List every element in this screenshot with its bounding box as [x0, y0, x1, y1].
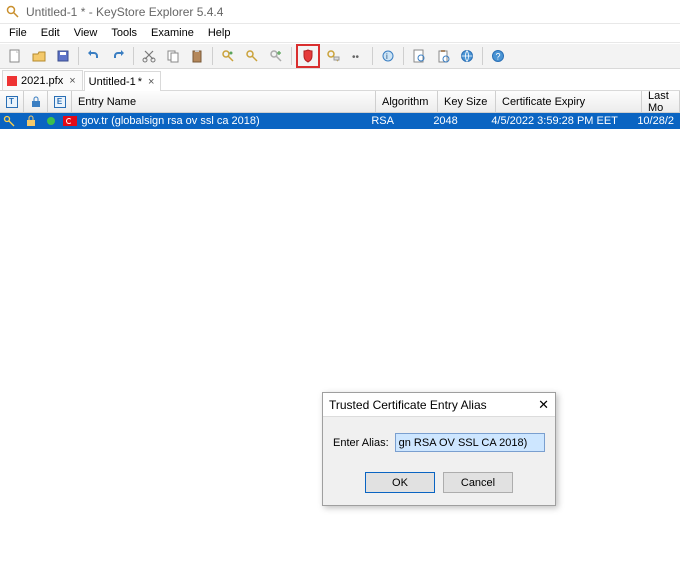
entry-name-text: gov.tr (globalsign rsa ov ssl ca 2018)	[81, 115, 259, 127]
examine-ssl-button[interactable]	[456, 45, 478, 67]
col-status[interactable]: E	[48, 91, 72, 112]
col-last-modified[interactable]: Last Mo	[642, 91, 680, 112]
cell-last-modified: 10/28/2	[631, 115, 680, 127]
cert-status-icon	[41, 116, 61, 126]
window-titlebar: Untitled-1 * - KeyStore Explorer 5.4.4	[0, 0, 680, 24]
tab-untitled-1[interactable]: Untitled-1 * ×	[84, 71, 162, 91]
cell-key-size: 2048	[427, 115, 485, 127]
tab-label: 2021.pfx	[21, 75, 63, 87]
close-icon[interactable]: ×	[148, 76, 154, 88]
copy-button[interactable]	[162, 45, 184, 67]
menu-help[interactable]: Help	[201, 26, 238, 40]
redo-button[interactable]	[107, 45, 129, 67]
alias-input[interactable]	[395, 433, 545, 452]
col-key-size[interactable]: Key Size	[438, 91, 496, 112]
lock-status-icon	[20, 115, 40, 127]
lock-icon	[30, 96, 42, 108]
close-icon[interactable]: ×	[69, 75, 75, 87]
dialog-title: Trusted Certificate Entry Alias	[329, 398, 487, 412]
toolbar-separator	[133, 47, 134, 65]
trusted-cert-alias-dialog: Trusted Certificate Entry Alias ✕ Enter …	[322, 392, 556, 506]
flag-icon	[63, 116, 77, 126]
type-icon: T	[6, 96, 18, 108]
menu-examine[interactable]: Examine	[144, 26, 201, 40]
save-button[interactable]	[52, 45, 74, 67]
import-keypair-button[interactable]	[265, 45, 287, 67]
keyboard-button[interactable]	[322, 45, 344, 67]
toolbar-separator	[291, 47, 292, 65]
examine-file-button[interactable]	[408, 45, 430, 67]
toolbar-separator	[482, 47, 483, 65]
toolbar-separator	[403, 47, 404, 65]
cell-algorithm: RSA	[365, 115, 427, 127]
toolbar-separator	[372, 47, 373, 65]
col-entry-name[interactable]: Entry Name	[72, 91, 376, 112]
examine-clipboard-button[interactable]	[432, 45, 454, 67]
menu-edit[interactable]: Edit	[34, 26, 67, 40]
svg-text:?: ?	[496, 52, 501, 62]
undo-button[interactable]	[83, 45, 105, 67]
help-button[interactable]: ?	[487, 45, 509, 67]
toolbar-separator	[212, 47, 213, 65]
table-row[interactable]: gov.tr (globalsign rsa ov ssl ca 2018) R…	[0, 113, 680, 129]
col-lock[interactable]	[24, 91, 48, 112]
cell-entry-name: gov.tr (globalsign rsa ov ssl ca 2018)	[61, 115, 365, 127]
properties-button[interactable]: i	[377, 45, 399, 67]
cancel-button[interactable]: Cancel	[443, 472, 513, 493]
menu-file[interactable]: File	[2, 26, 34, 40]
cut-button[interactable]	[138, 45, 160, 67]
status-icon: E	[54, 96, 66, 108]
dialog-titlebar: Trusted Certificate Entry Alias ✕	[323, 393, 555, 417]
col-cert-expiry[interactable]: Certificate Expiry	[496, 91, 642, 112]
gen-secret-key-button[interactable]	[241, 45, 263, 67]
col-type[interactable]: T	[0, 91, 24, 112]
new-keystore-button[interactable]	[4, 45, 26, 67]
set-password-button[interactable]: ••	[346, 45, 368, 67]
paste-button[interactable]	[186, 45, 208, 67]
window-title: Untitled-1 * - KeyStore Explorer 5.4.4	[26, 5, 223, 19]
menubar: File Edit View Tools Examine Help	[0, 24, 680, 43]
svg-text:••: ••	[352, 52, 360, 63]
open-button[interactable]	[28, 45, 50, 67]
toolbar-separator	[78, 47, 79, 65]
menu-tools[interactable]: Tools	[104, 26, 144, 40]
col-algorithm[interactable]: Algorithm	[376, 91, 438, 112]
document-tabs: 2021.pfx × Untitled-1 * ×	[0, 69, 680, 91]
entry-type-icon	[0, 115, 20, 127]
tab-label: Untitled-1	[89, 76, 136, 88]
dirty-indicator: *	[138, 76, 142, 88]
close-icon[interactable]: ✕	[538, 397, 549, 413]
alias-label: Enter Alias:	[333, 437, 389, 449]
import-trusted-cert-button[interactable]	[296, 44, 320, 68]
ok-button[interactable]: OK	[365, 472, 435, 493]
keystore-icon	[7, 76, 17, 86]
svg-text:i: i	[386, 52, 388, 61]
table-header: T E Entry Name Algorithm Key Size Certif…	[0, 91, 680, 113]
gen-keypair-button[interactable]	[217, 45, 239, 67]
toolbar: •• i ?	[0, 43, 680, 69]
app-icon	[6, 5, 20, 19]
cell-cert-expiry: 4/5/2022 3:59:28 PM EET	[485, 115, 631, 127]
menu-view[interactable]: View	[67, 26, 105, 40]
tab-2021-pfx[interactable]: 2021.pfx ×	[2, 70, 83, 90]
